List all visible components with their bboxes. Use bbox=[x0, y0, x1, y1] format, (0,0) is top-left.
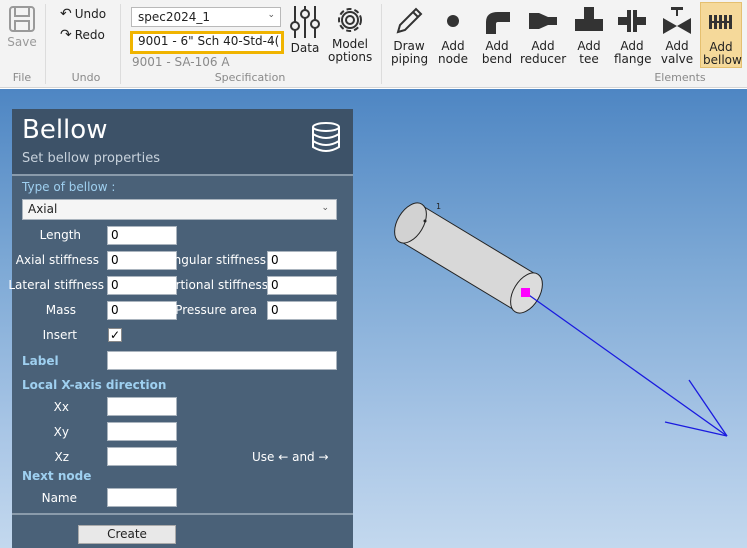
reducer-icon bbox=[529, 13, 557, 29]
add-reducer-button[interactable]: Add reducer bbox=[520, 4, 566, 66]
redo-icon: ↷ bbox=[60, 27, 72, 43]
panel-header: Bellow Set bellow properties bbox=[12, 109, 353, 174]
next-node-section: Next node bbox=[22, 469, 92, 483]
direction-arrow-line bbox=[525, 292, 728, 437]
group-label-file: File bbox=[12, 71, 32, 84]
undo-icon: ↶ bbox=[60, 6, 72, 22]
xy-label: Xy bbox=[53, 425, 69, 439]
label-input[interactable] bbox=[107, 351, 337, 370]
xx-input[interactable] bbox=[107, 397, 177, 416]
bellow-type-value: Axial bbox=[28, 202, 58, 216]
add-bend-label: Add bend bbox=[481, 39, 513, 66]
panel-title: Bellow bbox=[22, 115, 108, 145]
undo-label: Undo bbox=[74, 7, 107, 21]
panel-subtitle: Set bellow properties bbox=[22, 151, 161, 166]
sliders-icon bbox=[290, 6, 320, 38]
arrow-keys-hint: Use ← and → bbox=[252, 450, 329, 464]
panel-divider bbox=[12, 513, 353, 515]
chevron-down-icon: ⌄ bbox=[267, 10, 275, 20]
name-input[interactable] bbox=[107, 488, 177, 507]
add-tee-button[interactable]: Add tee bbox=[572, 4, 606, 66]
ribbon: Save File ↶ Undo ↷ Redo Undo spec2024_1 … bbox=[0, 0, 747, 88]
draw-piping-label: Draw piping bbox=[391, 39, 429, 66]
redo-button[interactable]: ↷ Redo bbox=[60, 27, 105, 43]
mass-input[interactable]: 0 bbox=[107, 301, 177, 320]
save-icon bbox=[9, 6, 35, 32]
group-label-elements: Elements bbox=[654, 71, 706, 84]
axial-stiffness-label: Axial stiffness bbox=[15, 253, 99, 267]
add-bellow-label: Add bellow bbox=[703, 40, 742, 67]
chevron-down-icon: ⌄ bbox=[268, 36, 276, 46]
tee-icon bbox=[575, 7, 603, 31]
group-label-undo: Undo bbox=[71, 71, 101, 84]
database-icon bbox=[312, 122, 340, 152]
spec-combobox[interactable]: spec2024_1 ⌄ bbox=[131, 7, 281, 27]
add-reducer-label: Add reducer bbox=[520, 39, 567, 66]
add-bend-button[interactable]: Add bend bbox=[478, 4, 516, 66]
dot-icon bbox=[447, 15, 459, 27]
separator bbox=[45, 4, 46, 84]
data-button[interactable]: Data bbox=[288, 4, 322, 55]
add-node-button[interactable]: Add node bbox=[435, 4, 471, 66]
node-dot bbox=[423, 219, 427, 223]
label-section: Label bbox=[22, 354, 59, 368]
tortional-stiffness-input[interactable]: 0 bbox=[267, 276, 337, 295]
separator bbox=[120, 4, 121, 84]
redo-label: Redo bbox=[74, 28, 105, 42]
insert-label: Insert bbox=[42, 328, 77, 342]
lateral-stiffness-label: Lateral stiffness bbox=[8, 278, 104, 292]
tortional-stiffness-label: Tortional stiffness bbox=[162, 278, 268, 292]
xy-input[interactable] bbox=[107, 422, 177, 441]
node-marker bbox=[521, 288, 530, 297]
xz-input[interactable] bbox=[107, 447, 177, 466]
save-button[interactable]: Save bbox=[4, 4, 40, 49]
pencil-icon bbox=[396, 7, 423, 34]
xx-label: Xx bbox=[53, 400, 69, 414]
group-label-specification: Specification bbox=[214, 71, 286, 84]
name-label: Name bbox=[41, 491, 77, 505]
add-tee-label: Add tee bbox=[577, 39, 601, 66]
bend-icon bbox=[486, 12, 510, 34]
mass-label: Mass bbox=[45, 303, 76, 317]
add-valve-button[interactable]: Add valve bbox=[658, 4, 696, 66]
xz-label: Xz bbox=[54, 450, 69, 464]
material-text: 9001 - SA-106 A bbox=[132, 55, 230, 69]
model-options-button[interactable]: Model options bbox=[328, 4, 372, 64]
node-label: 1 bbox=[436, 202, 441, 211]
direction-arrowhead-right bbox=[688, 379, 728, 437]
spec-value: spec2024_1 bbox=[138, 10, 211, 24]
create-button[interactable]: Create bbox=[78, 525, 176, 544]
valve-icon bbox=[663, 7, 691, 34]
bellow-type-select[interactable]: Axial ⌄ bbox=[22, 199, 337, 220]
separator bbox=[381, 4, 382, 84]
save-label: Save bbox=[7, 35, 37, 49]
gear-icon bbox=[338, 8, 362, 32]
length-input[interactable]: 0 bbox=[107, 226, 177, 245]
angular-stiffness-input[interactable]: 0 bbox=[267, 251, 337, 270]
pipe-combobox[interactable]: 9001 - 6" Sch 40-Std-4( ⌄ bbox=[130, 31, 284, 54]
model-options-label: Model options bbox=[328, 37, 373, 64]
bellow-panel: Bellow Set bellow properties Type of bel… bbox=[8, 109, 353, 548]
pipe-value: 9001 - 6" Sch 40-Std-4( bbox=[138, 34, 280, 48]
local-x-axis-section: Local X-axis direction bbox=[22, 378, 167, 392]
add-valve-label: Add valve bbox=[660, 39, 694, 66]
length-label: Length bbox=[39, 228, 81, 242]
angular-stiffness-label: Angular stiffness bbox=[165, 253, 266, 267]
type-of-bellow-label: Type of bellow : bbox=[22, 180, 116, 194]
chevron-down-icon: ⌄ bbox=[321, 203, 329, 213]
insert-checkbox[interactable]: ✓ bbox=[108, 328, 122, 342]
pressure-area-input[interactable]: 0 bbox=[267, 301, 337, 320]
add-bellow-button[interactable]: Add bellow bbox=[700, 2, 742, 68]
pressure-area-label: Pressure area bbox=[175, 303, 257, 317]
add-flange-label: Add flange bbox=[614, 39, 652, 66]
data-label: Data bbox=[290, 41, 320, 55]
add-flange-button[interactable]: Add flange bbox=[612, 4, 652, 66]
undo-button[interactable]: ↶ Undo bbox=[60, 6, 106, 22]
flange-icon bbox=[618, 10, 646, 32]
draw-piping-button[interactable]: Draw piping bbox=[387, 4, 431, 66]
panel-divider bbox=[12, 174, 353, 176]
bellow-icon bbox=[709, 15, 732, 29]
add-node-label: Add node bbox=[438, 39, 468, 66]
